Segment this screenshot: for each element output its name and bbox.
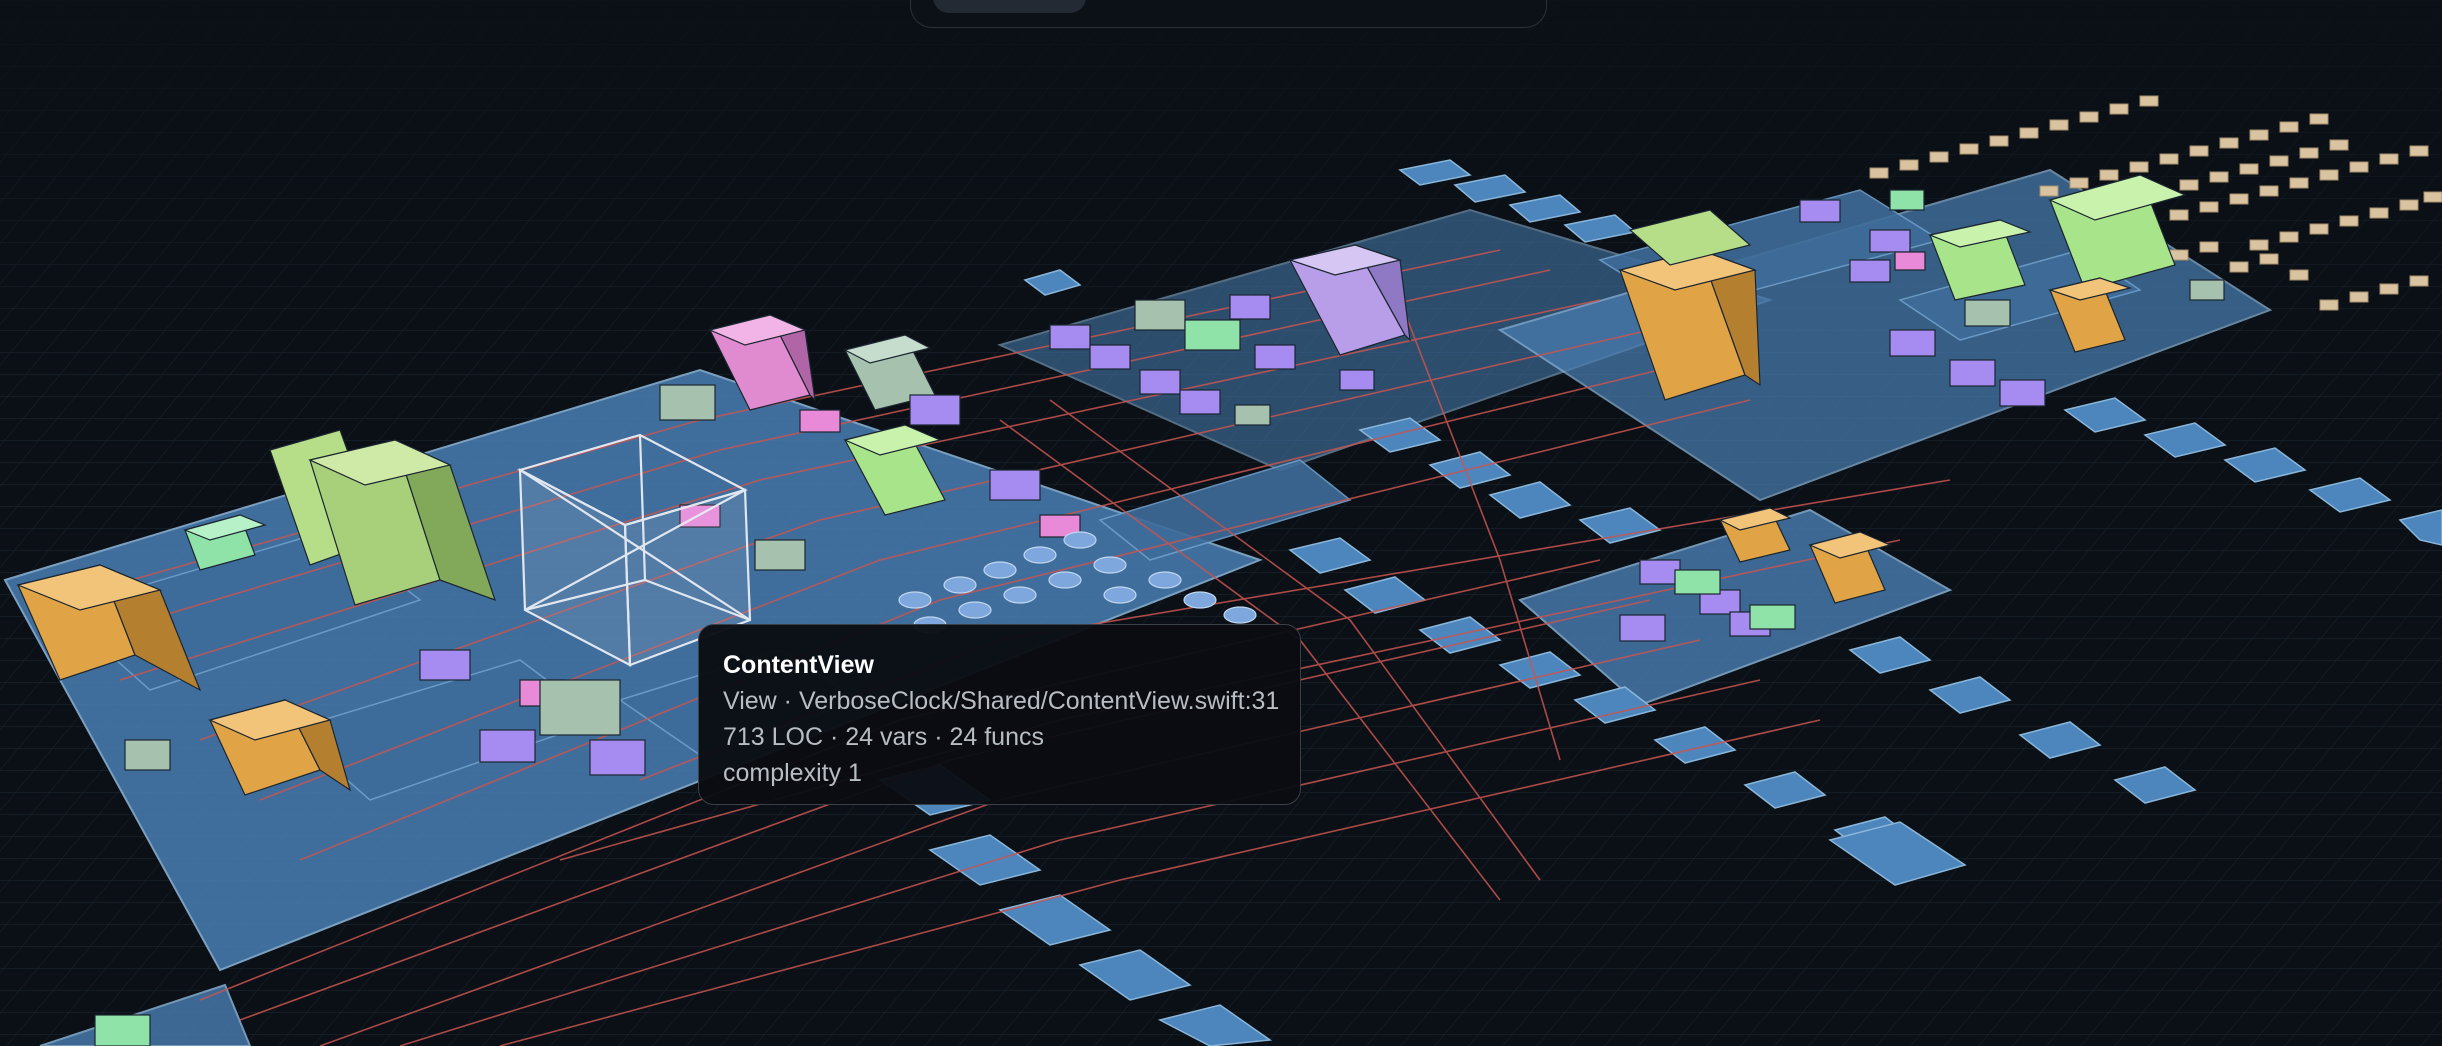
toolbar-active-tab[interactable] [933, 0, 1086, 13]
tooltip-metrics: 713 LOC · 24 vars · 24 funcs [723, 723, 1044, 751]
tooltip-complexity: complexity 1 [723, 759, 862, 787]
code-city-3d-view[interactable] [0, 0, 2442, 1046]
tooltip-kind-path: View · VerboseClock/Shared/ContentView.s… [723, 687, 1280, 715]
tooltip-title: ContentView [723, 651, 874, 679]
top-toolbar[interactable] [910, 0, 1547, 28]
hover-tooltip: ContentView View · VerboseClock/Shared/C… [698, 624, 1301, 805]
